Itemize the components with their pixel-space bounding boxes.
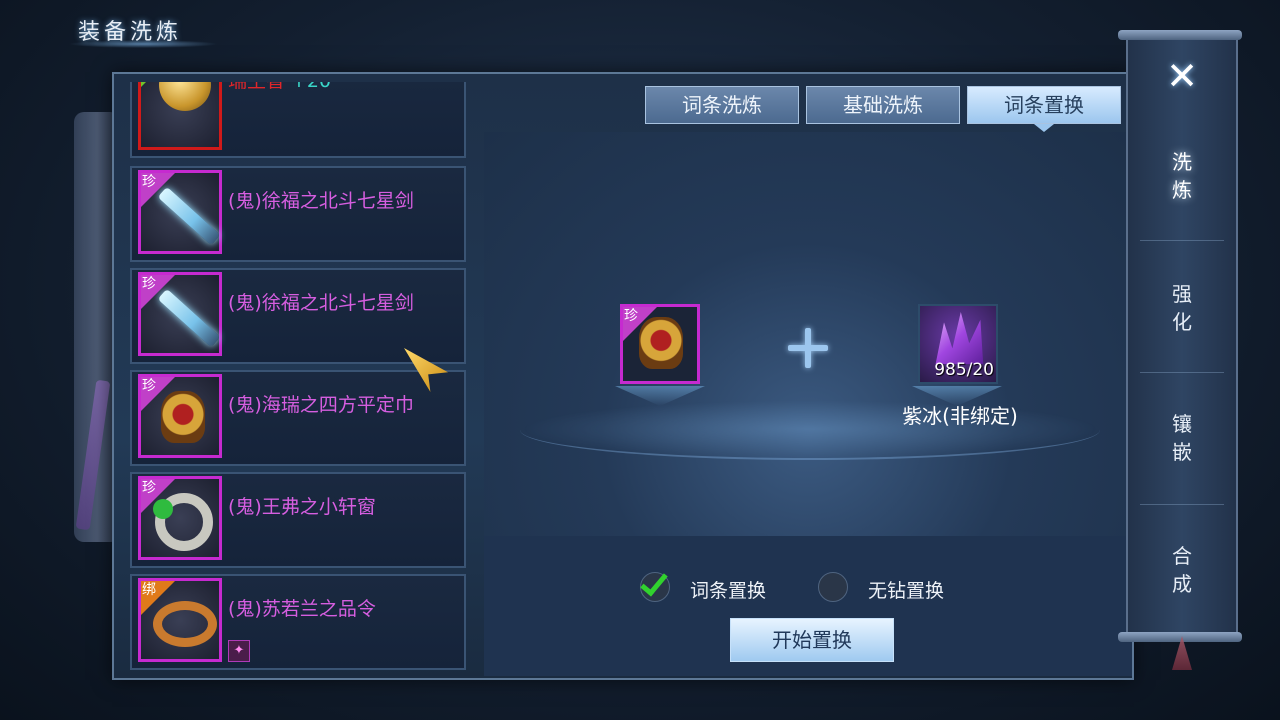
plus-icon (786, 326, 830, 370)
checkmark-icon (640, 567, 668, 597)
list-item[interactable]: 珍 (鬼)徐福之北斗七星剑 (130, 268, 466, 364)
start-swap-button[interactable]: 开始置换 (730, 618, 894, 662)
item-icon: 珍 (138, 374, 222, 458)
tab-entry-swap[interactable]: 词条置换 (967, 86, 1121, 124)
rarity-tag (141, 82, 159, 87)
tab-basic-refine[interactable]: 基础洗炼 (806, 86, 960, 124)
close-button[interactable]: ✕ (1162, 56, 1202, 96)
crystal-icon (935, 312, 984, 364)
divider (1140, 240, 1224, 241)
active-tab-indicator (1034, 124, 1054, 132)
rarity-label: 珍 (624, 308, 638, 324)
incense-icon (159, 82, 211, 111)
option-label: 词条置换 (690, 580, 767, 602)
entry-swap-option[interactable]: 词条置换 (640, 567, 790, 604)
rarity-label: 珍 (142, 378, 156, 394)
gem-slot-icon: ✦ (228, 640, 250, 662)
item-icon: 珍 (138, 476, 222, 560)
equipment-slot[interactable]: 珍 (620, 304, 700, 384)
item-name: 瑞生香+20 (228, 82, 331, 93)
item-bonus: +20 (291, 82, 331, 92)
material-name: 紫冰(非绑定) (902, 404, 1018, 428)
checkbox[interactable] (818, 572, 848, 602)
list-item[interactable]: 瑞生香+20 (130, 82, 466, 158)
item-icon: 绑 (138, 578, 222, 662)
item-name: (鬼)徐福之北斗七星剑 (228, 292, 414, 314)
item-name: (鬼)海瑞之四方平定巾 (228, 394, 414, 416)
material-slot[interactable]: 985/20 (918, 304, 998, 384)
list-item[interactable]: 珍 (鬼)海瑞之四方平定巾 (130, 370, 466, 466)
sidebar-tab-enhance[interactable]: 强 化 (1164, 280, 1200, 336)
rarity-label: 珍 (142, 174, 156, 190)
sidebar-tab-refine[interactable]: 洗 炼 (1164, 148, 1200, 204)
sidebar-tab-combine[interactable]: 合 成 (1164, 542, 1200, 598)
rarity-label: 珍 (142, 276, 156, 292)
page-title: 装备洗炼 (78, 20, 183, 45)
item-name: (鬼)王弗之小轩窗 (228, 496, 376, 518)
divider (1140, 372, 1224, 373)
sidebar-tab-label: 强 化 (1172, 282, 1192, 334)
list-item[interactable]: 绑 (鬼)苏若兰之品令 ✦ (130, 574, 466, 670)
material-count: 985/20 (934, 360, 994, 380)
sidebar-tab-label: 合 成 (1172, 544, 1192, 596)
sidebar-tab-inlay[interactable]: 镶 嵌 (1164, 410, 1200, 466)
item-icon: 珍 (138, 272, 222, 356)
list-item[interactable]: 珍 (鬼)徐福之北斗七星剑 (130, 166, 466, 262)
option-label: 无钻置换 (868, 580, 945, 602)
item-icon: 珍 (138, 170, 222, 254)
rarity-label: 绑 (142, 582, 156, 598)
no-diamond-swap-option[interactable]: 无钻置换 (818, 572, 968, 604)
list-item[interactable]: 珍 (鬼)王弗之小轩窗 (130, 472, 466, 568)
scroll-rod (1118, 632, 1242, 642)
checkbox[interactable] (640, 567, 670, 602)
item-name: (鬼)徐福之北斗七星剑 (228, 190, 414, 212)
tab-entry-refine[interactable]: 词条洗炼 (645, 86, 799, 124)
rarity-label: 珍 (142, 480, 156, 496)
divider (1140, 504, 1224, 505)
sidebar-tab-label: 洗 炼 (1172, 150, 1192, 202)
scroll-rod (1118, 30, 1242, 40)
item-name: (鬼)苏若兰之品令 (228, 598, 376, 620)
sidebar-tab-label: 镶 嵌 (1172, 412, 1192, 464)
item-icon (138, 82, 222, 150)
